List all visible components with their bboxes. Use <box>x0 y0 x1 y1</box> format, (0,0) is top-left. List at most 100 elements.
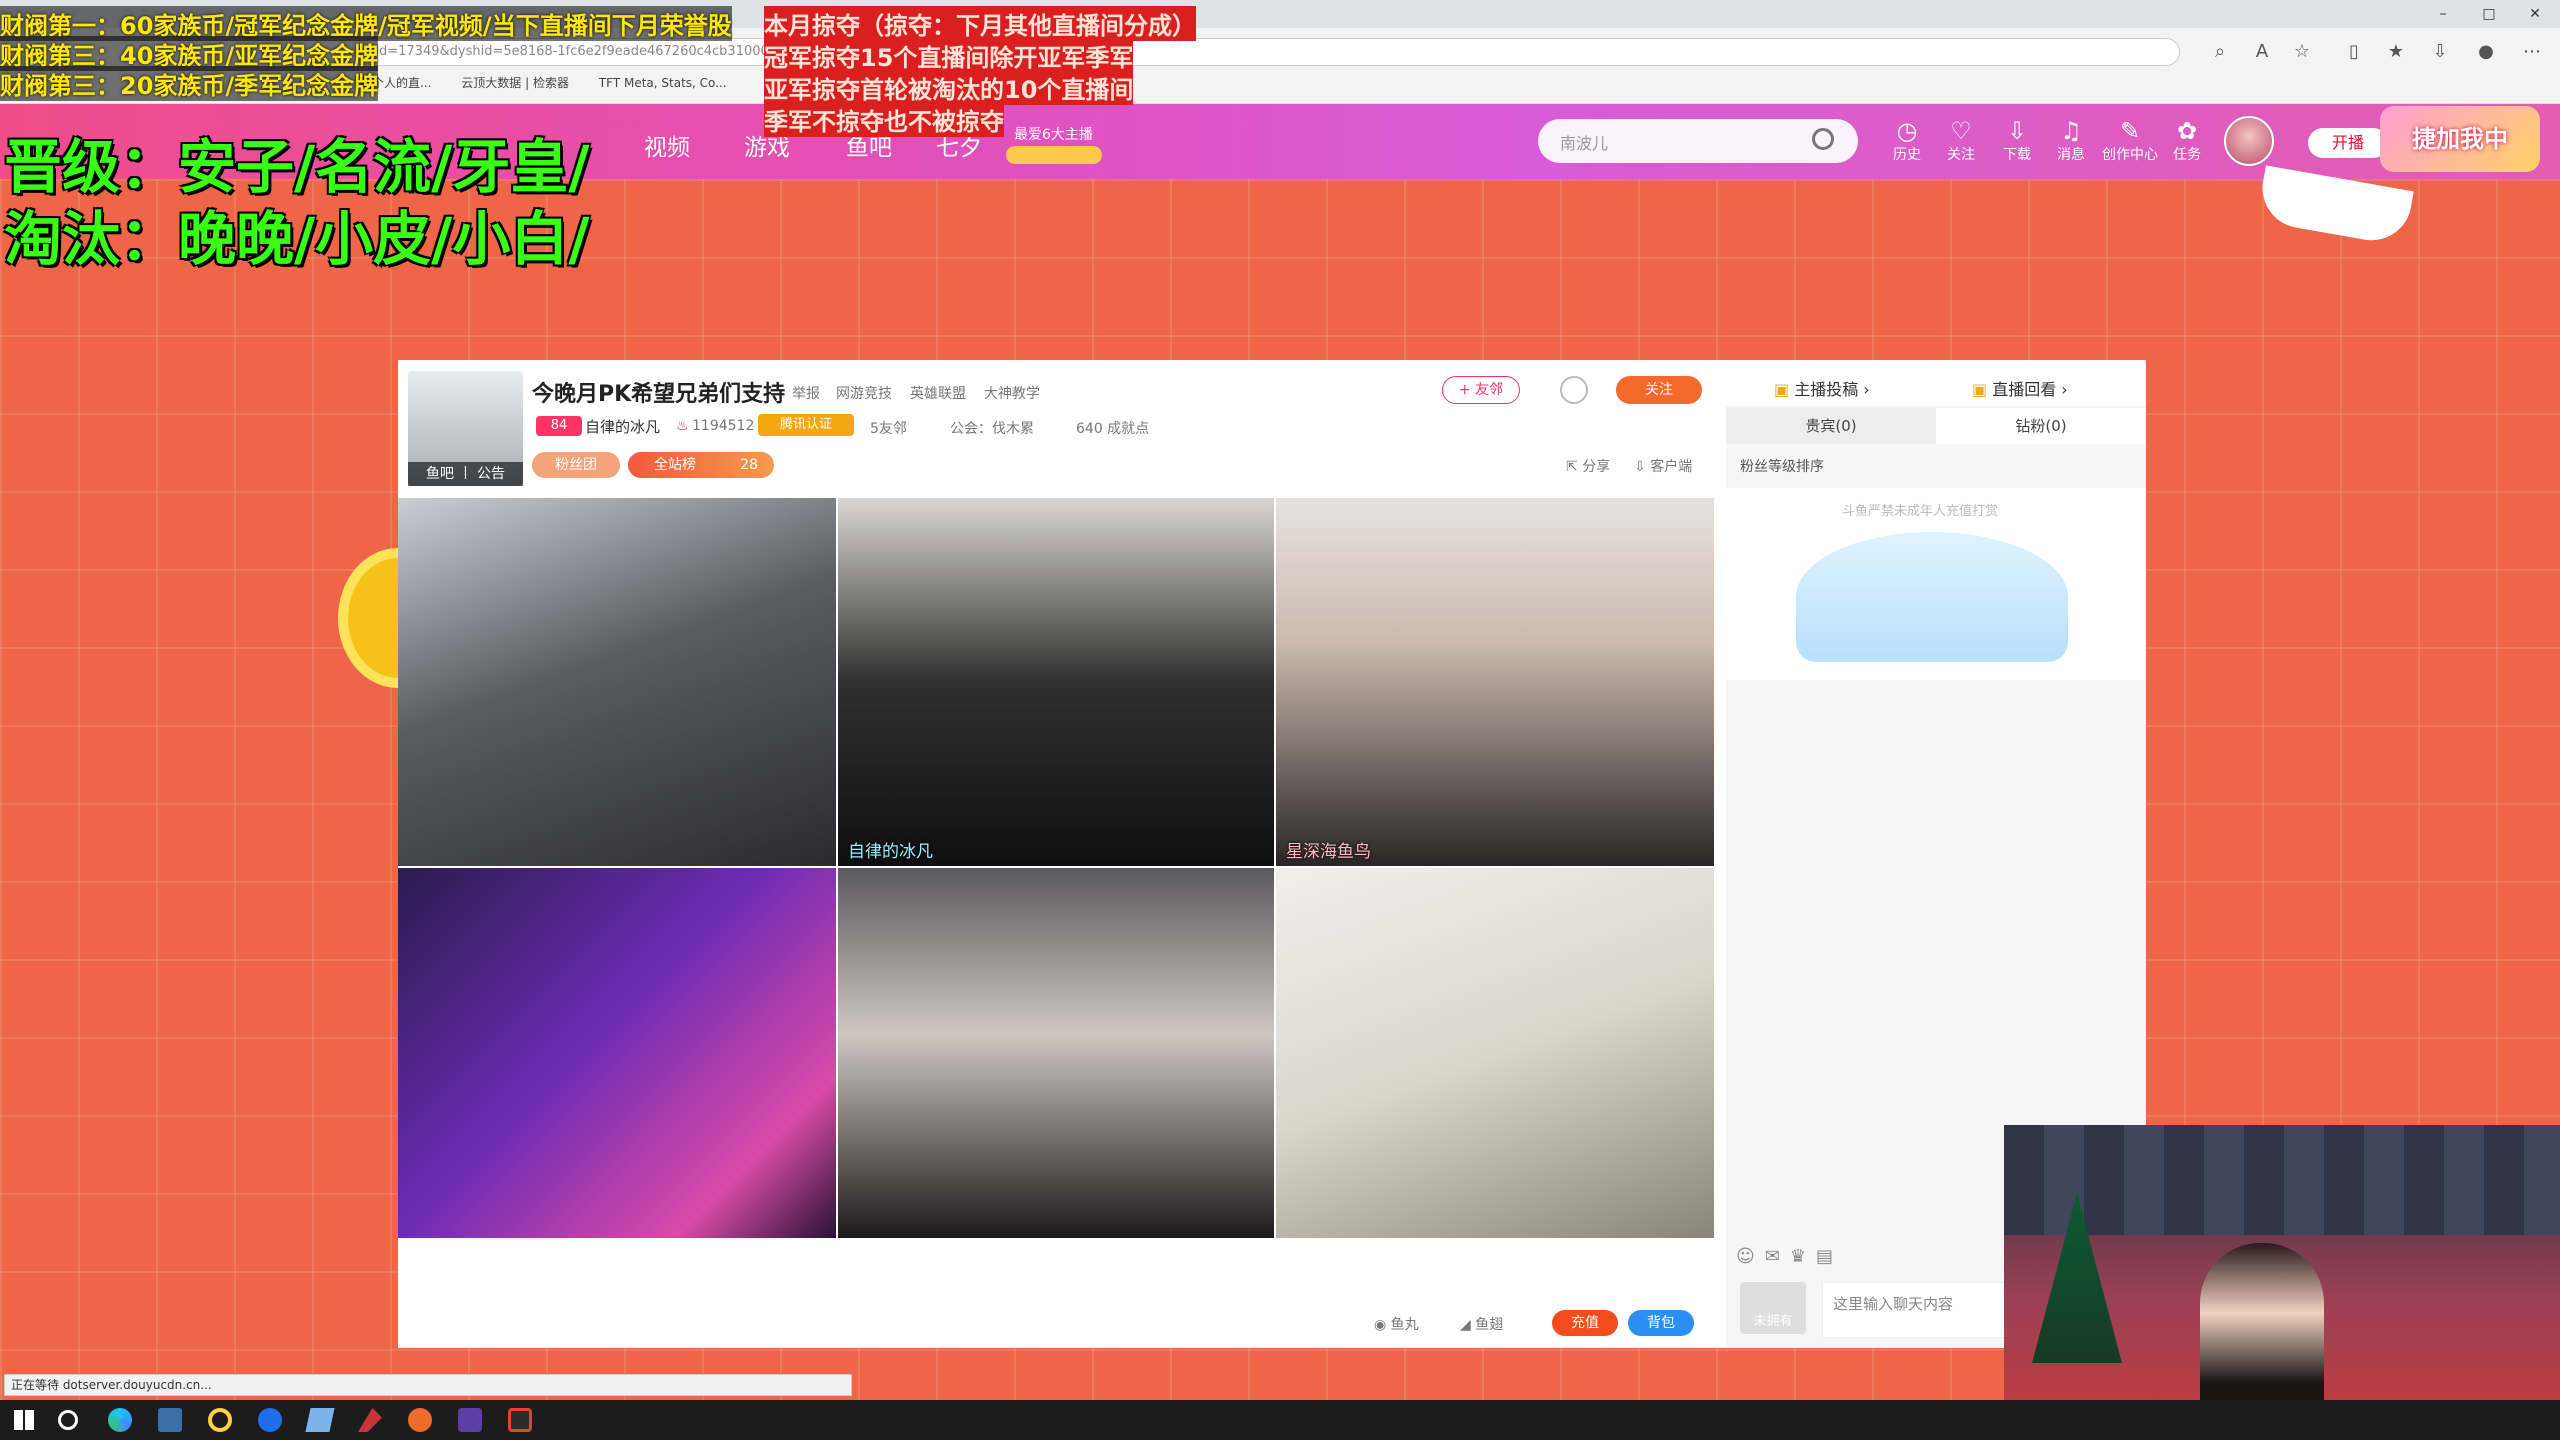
contribute-icon: ▣ <box>1774 380 1795 399</box>
header-task[interactable]: ✿ 任务 <box>2160 118 2214 164</box>
download-bar-icon[interactable]: ⇩ <box>2428 40 2452 64</box>
app-icon-7[interactable] <box>458 1408 482 1432</box>
fish-ball-icon: ◉ <box>1374 1317 1391 1333</box>
nav-video[interactable]: 视频 <box>644 128 690 162</box>
client-link[interactable]: ⇩ 客户端 <box>1634 456 1692 476</box>
app-icon-1[interactable] <box>158 1408 182 1432</box>
overlay-eliminated: 淘汰：晚晚/小皮/小白/ <box>4 205 590 273</box>
more-icon[interactable]: ⋯ <box>2520 40 2544 64</box>
friend-button[interactable]: + 友邻 <box>1442 376 1520 404</box>
guild-name[interactable]: 公会：伐木累 <box>950 418 1034 438</box>
close-icon[interactable]: ✕ <box>2512 0 2558 28</box>
fish-ball[interactable]: ◉ 鱼丸 <box>1374 1314 1419 1334</box>
recharge-button[interactable]: 充值 <box>1552 1310 1618 1336</box>
app-icon-2[interactable] <box>208 1408 232 1432</box>
minor-notice: 斗鱼严禁未成年人充值打赏 <box>1842 504 1999 519</box>
overlay-plunder-2: 冠军掠夺15个直播间除开亚军季军 <box>764 38 1134 73</box>
read-aloud-icon[interactable]: A <box>2250 40 2274 64</box>
video-tile-1[interactable] <box>398 498 836 866</box>
history-icon: ◷ <box>1896 117 1918 145</box>
search-taskbar-icon[interactable] <box>58 1410 78 1430</box>
video-tile-4[interactable] <box>398 868 836 1238</box>
address-bar[interactable]: d=17349&dyshid=5e8168-1fc6e2f9eade467260… <box>360 38 2180 66</box>
video-label: 星深海鱼鸟 <box>1286 842 1371 862</box>
overlay-plunder-1: 本月掠夺（掠夺：下月其他直播间分成） <box>764 6 1196 41</box>
breadcrumb-1[interactable]: 网游竞技 <box>836 383 892 403</box>
zoom-icon[interactable]: ⌕ <box>2208 40 2232 64</box>
video-tile-3[interactable]: 星深海鱼鸟 <box>1276 498 1714 866</box>
room-title: 今晚月PK希望兄弟们支持 <box>532 382 786 407</box>
fan-sort[interactable]: 粉丝等级排序 <box>1740 456 1824 476</box>
overlay-plunder-4: 季军不掠夺也不被掠夺 <box>764 102 1004 137</box>
heat-value: 1194512 <box>692 418 755 434</box>
fish-wing-icon: ◢ <box>1460 1317 1476 1333</box>
bookmark-item[interactable]: TFT Meta, Stats, Co... <box>599 76 727 90</box>
replay-link[interactable]: ▣ 直播回看 › <box>1972 376 2068 400</box>
maximize-icon[interactable]: □ <box>2466 0 2512 28</box>
video-tile-5[interactable] <box>838 868 1274 1238</box>
download-icon: ⇩ <box>2006 117 2028 145</box>
verified-badge: 腾讯认证 <box>758 414 854 436</box>
video-tile-6[interactable] <box>1276 868 1714 1238</box>
breadcrumb-3[interactable]: 大神教学 <box>984 383 1040 403</box>
backpack-button[interactable]: 背包 <box>1628 1310 1694 1336</box>
app-icon-3[interactable] <box>258 1408 282 1432</box>
promo-banner[interactable]: 捷加我中 <box>2380 106 2540 172</box>
search-input[interactable]: 南波儿 <box>1560 130 1608 154</box>
chat-tools[interactable]: ☺✉♛▤ <box>1736 1246 1843 1267</box>
tab-guests[interactable]: 贵宾(0) <box>1726 408 1936 444</box>
mascot-illustration <box>1796 532 2068 662</box>
settings-icon[interactable] <box>1560 376 1588 404</box>
minimize-icon[interactable]: – <box>2420 0 2466 28</box>
header-creator[interactable]: ✎ 创作中心 <box>2098 118 2162 164</box>
search-icon[interactable] <box>1812 128 1834 150</box>
replay-icon: ▣ <box>1972 380 1993 399</box>
promo-pill[interactable] <box>1006 146 1102 164</box>
bookmarks-bar: 每个人的直... 云顶大数据 | 检索器 TFT Meta, Stats, Co… <box>360 74 753 96</box>
share-icon: ⇱ <box>1566 459 1583 475</box>
favorites-list-icon[interactable]: ★ <box>2384 40 2408 64</box>
follow-icon: ♡ <box>1950 117 1972 145</box>
breadcrumb-2[interactable]: 英雄联盟 <box>910 383 966 403</box>
bookmark-item[interactable]: 云顶大数据 | 检索器 <box>461 76 569 90</box>
header-download[interactable]: ⇩ 下载 <box>1990 118 2044 164</box>
favorite-icon[interactable]: ☆ <box>2290 40 2314 64</box>
status-bar: 正在等待 dotserver.douyucdn.cn... <box>4 1374 852 1396</box>
header-follow[interactable]: ♡ 关注 <box>1934 118 1988 164</box>
badge-placeholder: 未拥有 <box>1740 1282 1806 1334</box>
host-name[interactable]: 自律的冰凡 <box>585 416 660 437</box>
app-icon-8[interactable] <box>508 1408 532 1432</box>
avatar[interactable] <box>2224 116 2274 166</box>
edge-icon[interactable] <box>108 1408 132 1432</box>
achievement-points: 640 成就点 <box>1076 421 1150 437</box>
heat-icon: ♨ <box>676 418 689 434</box>
avatar-bar[interactable]: 鱼吧 丨 公告 <box>408 462 523 486</box>
message-icon: ♫ <box>2060 117 2082 145</box>
friends-count: 5友邻 <box>870 421 907 437</box>
promo-label[interactable]: 最爱6大主播 <box>1014 124 1093 144</box>
fanclub-button[interactable]: 粉丝团 <box>532 452 620 478</box>
start-stream-button[interactable]: 开播 <box>2308 128 2388 158</box>
tab-diamond[interactable]: 钻粉(0) <box>1936 408 2146 444</box>
video-tile-2[interactable]: 自律的冰凡 <box>838 498 1274 866</box>
overlay-plunder-3: 亚军掠夺首轮被淘汰的10个直播间 <box>764 70 1134 105</box>
creator-icon: ✎ <box>2119 117 2141 145</box>
fish-wing[interactable]: ◢ 鱼翅 <box>1460 1314 1503 1334</box>
level-badge: 84 <box>536 416 582 436</box>
app-icon-6[interactable] <box>408 1408 432 1432</box>
report-link[interactable]: 举报 <box>792 383 820 403</box>
contribute-link[interactable]: ▣ 主播投稿 › <box>1774 376 1870 400</box>
app-icon-4[interactable] <box>305 1408 335 1432</box>
fullboard-rank: 28 <box>740 457 758 473</box>
video-label: 自律的冰凡 <box>848 842 933 862</box>
share-link[interactable]: ⇱ 分享 <box>1566 456 1610 476</box>
header-history[interactable]: ◷ 历史 <box>1880 118 1934 164</box>
client-icon: ⇩ <box>1634 459 1651 475</box>
split-screen-icon[interactable]: ▯ <box>2342 40 2366 64</box>
start-icon[interactable] <box>14 1410 34 1430</box>
profile-icon[interactable]: ● <box>2474 40 2498 64</box>
header-message[interactable]: ♫ 消息 <box>2044 118 2098 164</box>
fullboard-button[interactable]: 全站榜 28 <box>628 452 774 478</box>
player-toolbar <box>398 1238 1714 1348</box>
follow-button[interactable]: 关注 <box>1616 376 1702 404</box>
